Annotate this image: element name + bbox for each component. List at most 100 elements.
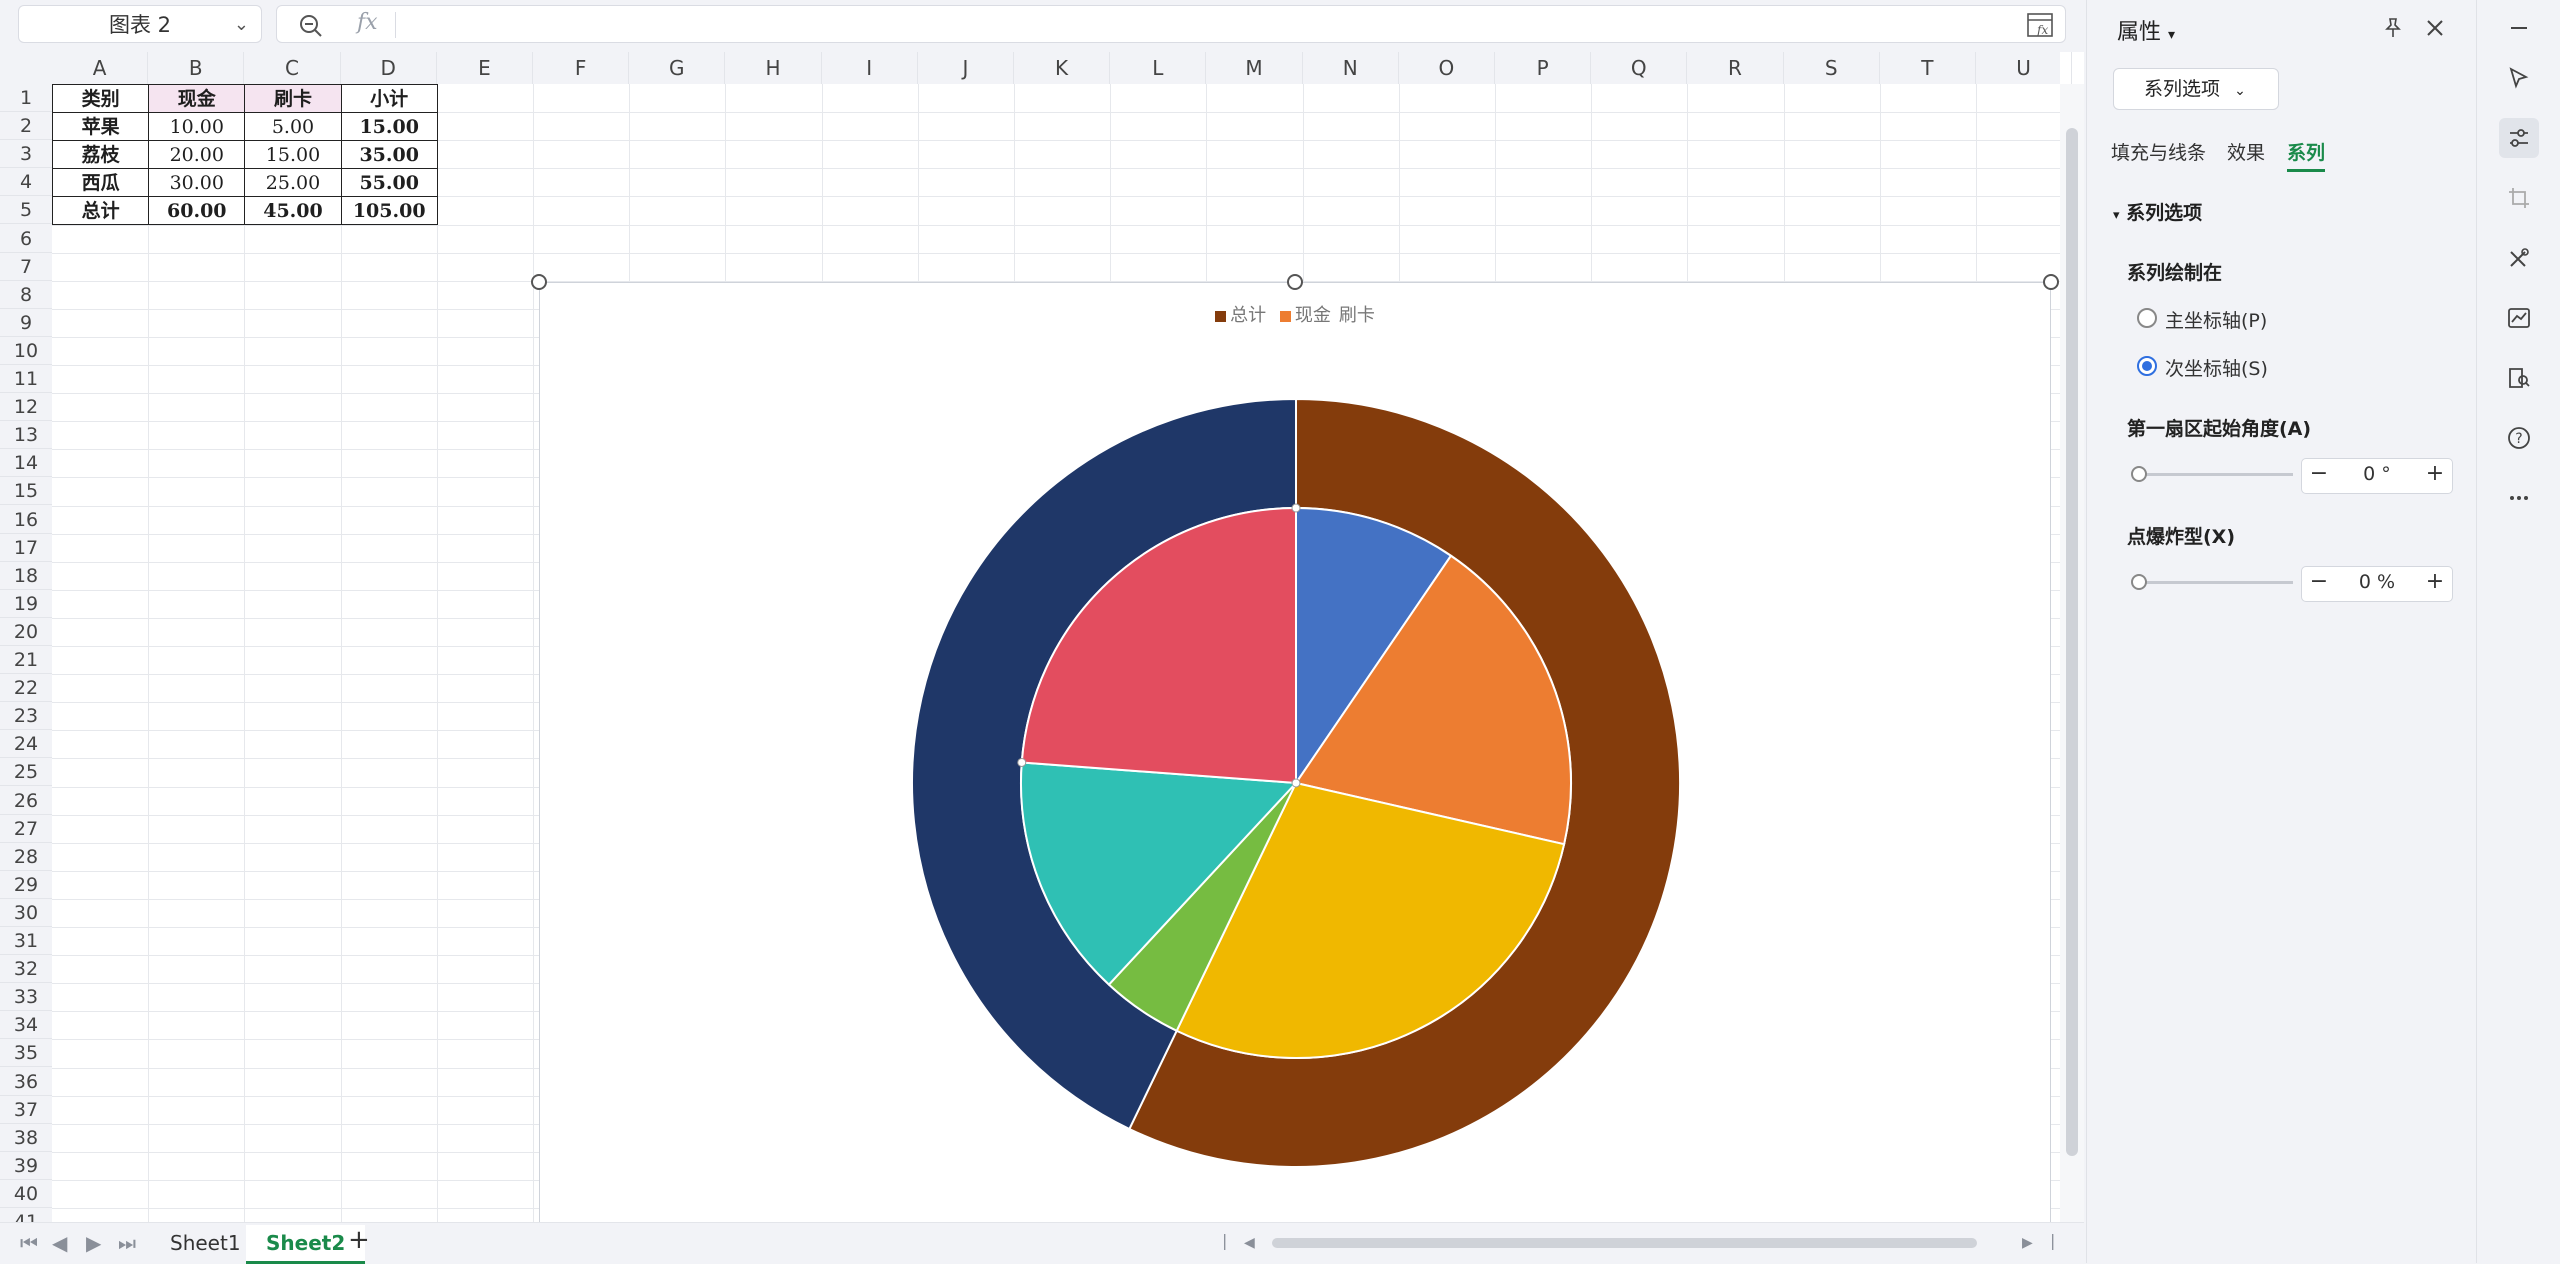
fx-icon[interactable]: fx bbox=[357, 10, 378, 35]
angle-value[interactable]: 0 ° bbox=[2332, 463, 2422, 485]
column-header[interactable]: H bbox=[725, 52, 822, 84]
row-header[interactable]: 24 bbox=[0, 730, 52, 759]
last-sheet-icon[interactable]: ⏭ bbox=[118, 1231, 136, 1255]
column-header[interactable]: S bbox=[1784, 52, 1880, 84]
angle-slider-knob[interactable] bbox=[2131, 466, 2147, 482]
column-header[interactable]: T bbox=[1880, 52, 1976, 84]
row-header[interactable]: 2 bbox=[0, 112, 52, 141]
row-header[interactable]: 20 bbox=[0, 618, 52, 646]
tab-effects[interactable]: 效果 bbox=[2227, 138, 2265, 165]
row-header[interactable]: 12 bbox=[0, 393, 52, 422]
tab-sheet1[interactable]: Sheet1 bbox=[150, 1225, 261, 1261]
column-header[interactable]: U bbox=[1976, 52, 2073, 84]
next-sheet-icon[interactable]: ▶ bbox=[86, 1231, 101, 1255]
table-cell[interactable]: 55.00 bbox=[340, 168, 438, 198]
pie-chart[interactable]: 总计 现金 刷卡 bbox=[531, 274, 2059, 1222]
help-icon[interactable]: ? bbox=[2499, 418, 2539, 458]
column-header[interactable]: O bbox=[1399, 52, 1495, 84]
column-header[interactable]: R bbox=[1687, 52, 1784, 84]
select-cursor-icon[interactable] bbox=[2499, 58, 2539, 98]
table-header-cell[interactable]: 类别 bbox=[52, 84, 150, 114]
row-header[interactable]: 35 bbox=[0, 1039, 52, 1068]
explosion-stepper[interactable]: − 0 % + bbox=[2301, 566, 2453, 602]
row-header[interactable]: 1 bbox=[0, 84, 52, 113]
scroll-right-icon[interactable]: ▶ bbox=[2022, 1235, 2033, 1251]
primary-axis-radio[interactable] bbox=[2137, 308, 2157, 328]
row-header[interactable]: 11 bbox=[0, 365, 52, 394]
crop-icon[interactable] bbox=[2499, 178, 2539, 218]
row-header[interactable]: 6 bbox=[0, 225, 52, 253]
column-header[interactable]: N bbox=[1303, 52, 1399, 84]
table-cell[interactable]: 105.00 bbox=[340, 196, 438, 226]
row-header[interactable]: 15 bbox=[0, 477, 52, 506]
column-header[interactable]: D bbox=[341, 52, 437, 84]
panel-title[interactable]: 属性 ▾ bbox=[2117, 14, 2175, 46]
table-cell[interactable]: 15.00 bbox=[244, 140, 342, 170]
row-header[interactable]: 14 bbox=[0, 449, 52, 478]
column-header[interactable]: C bbox=[244, 52, 341, 84]
row-header[interactable]: 32 bbox=[0, 955, 52, 984]
table-cell[interactable]: 15.00 bbox=[340, 112, 438, 142]
resize-handle[interactable] bbox=[1287, 274, 1303, 290]
row-header[interactable]: 9 bbox=[0, 309, 52, 337]
tab-fill-line[interactable]: 填充与线条 bbox=[2111, 138, 2206, 165]
row-header[interactable]: 29 bbox=[0, 871, 52, 899]
table-cell[interactable]: 30.00 bbox=[148, 168, 246, 198]
table-cell[interactable]: 苹果 bbox=[52, 112, 150, 142]
chevron-down-icon[interactable]: ▾ bbox=[2168, 27, 2175, 43]
pie-plot[interactable] bbox=[540, 283, 2052, 1222]
slice-marker[interactable] bbox=[1291, 778, 1301, 788]
worksheet[interactable]: ABCDEFGHIJKLMNOPQRSTU 1 2 3 4 5 6 7 8 9 10 11 12 13 1… bbox=[0, 52, 2084, 1222]
table-cell[interactable]: 35.00 bbox=[340, 140, 438, 170]
row-header[interactable]: 10 bbox=[0, 337, 52, 365]
more-icon[interactable] bbox=[2499, 478, 2539, 518]
row-header[interactable]: 7 bbox=[0, 253, 52, 281]
explosion-value[interactable]: 0 % bbox=[2332, 571, 2422, 593]
explosion-slider-knob[interactable] bbox=[2131, 574, 2147, 590]
column-header[interactable]: P bbox=[1495, 52, 1592, 84]
primary-axis-label[interactable]: 主坐标轴(P) bbox=[2165, 306, 2267, 333]
angle-slider-track[interactable] bbox=[2137, 473, 2293, 476]
chart-analysis-icon[interactable] bbox=[2499, 298, 2539, 338]
column-header[interactable]: F bbox=[533, 52, 630, 84]
row-header[interactable]: 36 bbox=[0, 1068, 52, 1096]
properties-sliders-icon[interactable] bbox=[2499, 118, 2539, 158]
table-cell[interactable]: 西瓜 bbox=[52, 168, 150, 198]
row-header[interactable]: 40 bbox=[0, 1180, 52, 1208]
tab-series[interactable]: 系列 bbox=[2287, 138, 2326, 172]
row-header[interactable]: 34 bbox=[0, 1011, 52, 1040]
table-cell[interactable]: 10.00 bbox=[148, 112, 246, 142]
decrement-button[interactable]: − bbox=[2304, 461, 2334, 486]
table-header-cell[interactable]: 现金 bbox=[148, 84, 246, 114]
horizontal-scroll-thumb[interactable] bbox=[1272, 1238, 1977, 1248]
close-icon[interactable] bbox=[2423, 16, 2447, 40]
vertical-scroll-thumb[interactable] bbox=[2066, 128, 2078, 1156]
zoom-icon[interactable] bbox=[297, 12, 325, 40]
row-header[interactable]: 28 bbox=[0, 843, 52, 871]
row-header[interactable]: 30 bbox=[0, 899, 52, 927]
column-header[interactable]: J bbox=[918, 52, 1014, 84]
row-header[interactable]: 18 bbox=[0, 562, 52, 590]
column-header[interactable]: I bbox=[822, 52, 918, 84]
add-sheet-button[interactable]: + bbox=[348, 1225, 370, 1255]
column-header[interactable]: E bbox=[437, 52, 533, 84]
row-header[interactable]: 4 bbox=[0, 168, 52, 197]
row-header[interactable]: 37 bbox=[0, 1096, 52, 1124]
column-header[interactable]: M bbox=[1206, 52, 1303, 84]
secondary-axis-label[interactable]: 次坐标轴(S) bbox=[2165, 354, 2268, 381]
table-cell[interactable]: 荔枝 bbox=[52, 140, 150, 170]
row-header[interactable]: 39 bbox=[0, 1152, 52, 1180]
column-header[interactable]: G bbox=[629, 52, 726, 84]
name-box[interactable]: 图表 2 ⌄ bbox=[18, 5, 262, 43]
table-cell[interactable]: 25.00 bbox=[244, 168, 342, 198]
series-options-dropdown[interactable]: 系列选项 ⌄ bbox=[2113, 68, 2279, 110]
prev-sheet-icon[interactable]: ◀ bbox=[52, 1231, 67, 1255]
row-header[interactable]: 22 bbox=[0, 674, 52, 703]
row-header[interactable]: 13 bbox=[0, 421, 52, 450]
row-header[interactable]: 41 bbox=[0, 1208, 52, 1222]
slice-marker[interactable] bbox=[1017, 757, 1027, 767]
secondary-axis-radio[interactable] bbox=[2137, 356, 2157, 376]
row-header[interactable]: 21 bbox=[0, 646, 52, 675]
row-header[interactable]: 31 bbox=[0, 927, 52, 956]
row-header[interactable]: 26 bbox=[0, 787, 52, 815]
